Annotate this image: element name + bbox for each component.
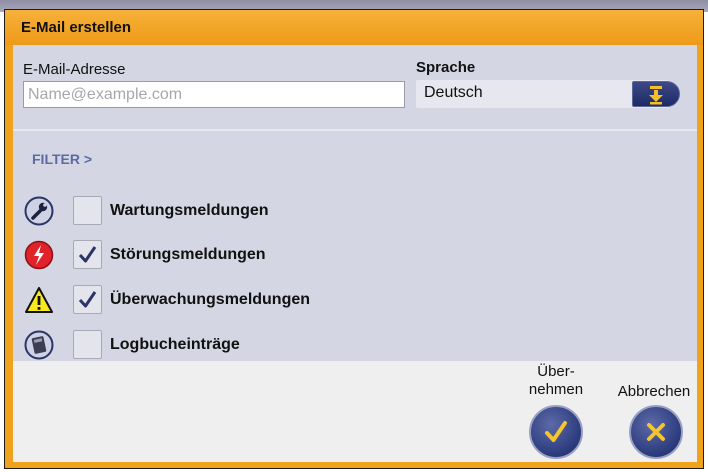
- filter-item-label: Wartungsmeldungen: [110, 202, 269, 219]
- checkmark-icon: [545, 421, 567, 442]
- language-select[interactable]: Deutsch: [416, 80, 680, 108]
- email-label: E-Mail-Adresse: [23, 61, 126, 78]
- checkbox-ueberwachungsmeldungen[interactable]: [73, 285, 102, 314]
- accept-label: Über- nehmen: [516, 363, 596, 399]
- filter-item-label: Störungsmeldungen: [110, 246, 266, 263]
- cancel-label: Abbrechen: [617, 383, 691, 400]
- logbook-icon: [24, 330, 54, 360]
- email-input[interactable]: [23, 81, 405, 108]
- filter-item-label: Überwachungsmeldungen: [110, 291, 311, 308]
- checkmark-icon: [78, 246, 97, 263]
- dialog-titlebar: E-Mail erstellen: [5, 10, 703, 45]
- checkmark-icon: [78, 291, 97, 308]
- language-selected-value: Deutsch: [424, 84, 483, 101]
- filter-item-label: Logbucheinträge: [110, 336, 240, 353]
- section-divider: [13, 129, 697, 131]
- dialog-title: E-Mail erstellen: [21, 19, 132, 36]
- warning-triangle-icon: [25, 287, 53, 313]
- language-dropdown-button[interactable]: [632, 81, 680, 107]
- accept-button[interactable]: [529, 405, 583, 459]
- dialog-footer: Über- nehmen Abbrechen: [13, 361, 697, 462]
- cancel-button[interactable]: [629, 405, 683, 459]
- create-email-dialog: E-Mail erstellen E-Mail-Adresse Sprache …: [4, 9, 704, 469]
- wrench-icon: [24, 196, 54, 226]
- language-label: Sprache: [416, 59, 476, 76]
- close-icon: [647, 423, 665, 441]
- filter-heading[interactable]: FILTER >: [32, 151, 92, 167]
- accept-label-line1: Über-: [537, 363, 575, 380]
- checkbox-wartungsmeldungen[interactable]: [73, 196, 102, 225]
- fault-lightning-icon: [24, 240, 54, 270]
- checkbox-stoerungsmeldungen[interactable]: [73, 240, 102, 269]
- accept-label-line2: nehmen: [528, 381, 584, 398]
- checkbox-logbucheintraege[interactable]: [73, 330, 102, 359]
- dialog-body: E-Mail-Adresse Sprache Deutsch FILTER >: [13, 45, 697, 361]
- dropdown-arrow-icon: [649, 86, 663, 105]
